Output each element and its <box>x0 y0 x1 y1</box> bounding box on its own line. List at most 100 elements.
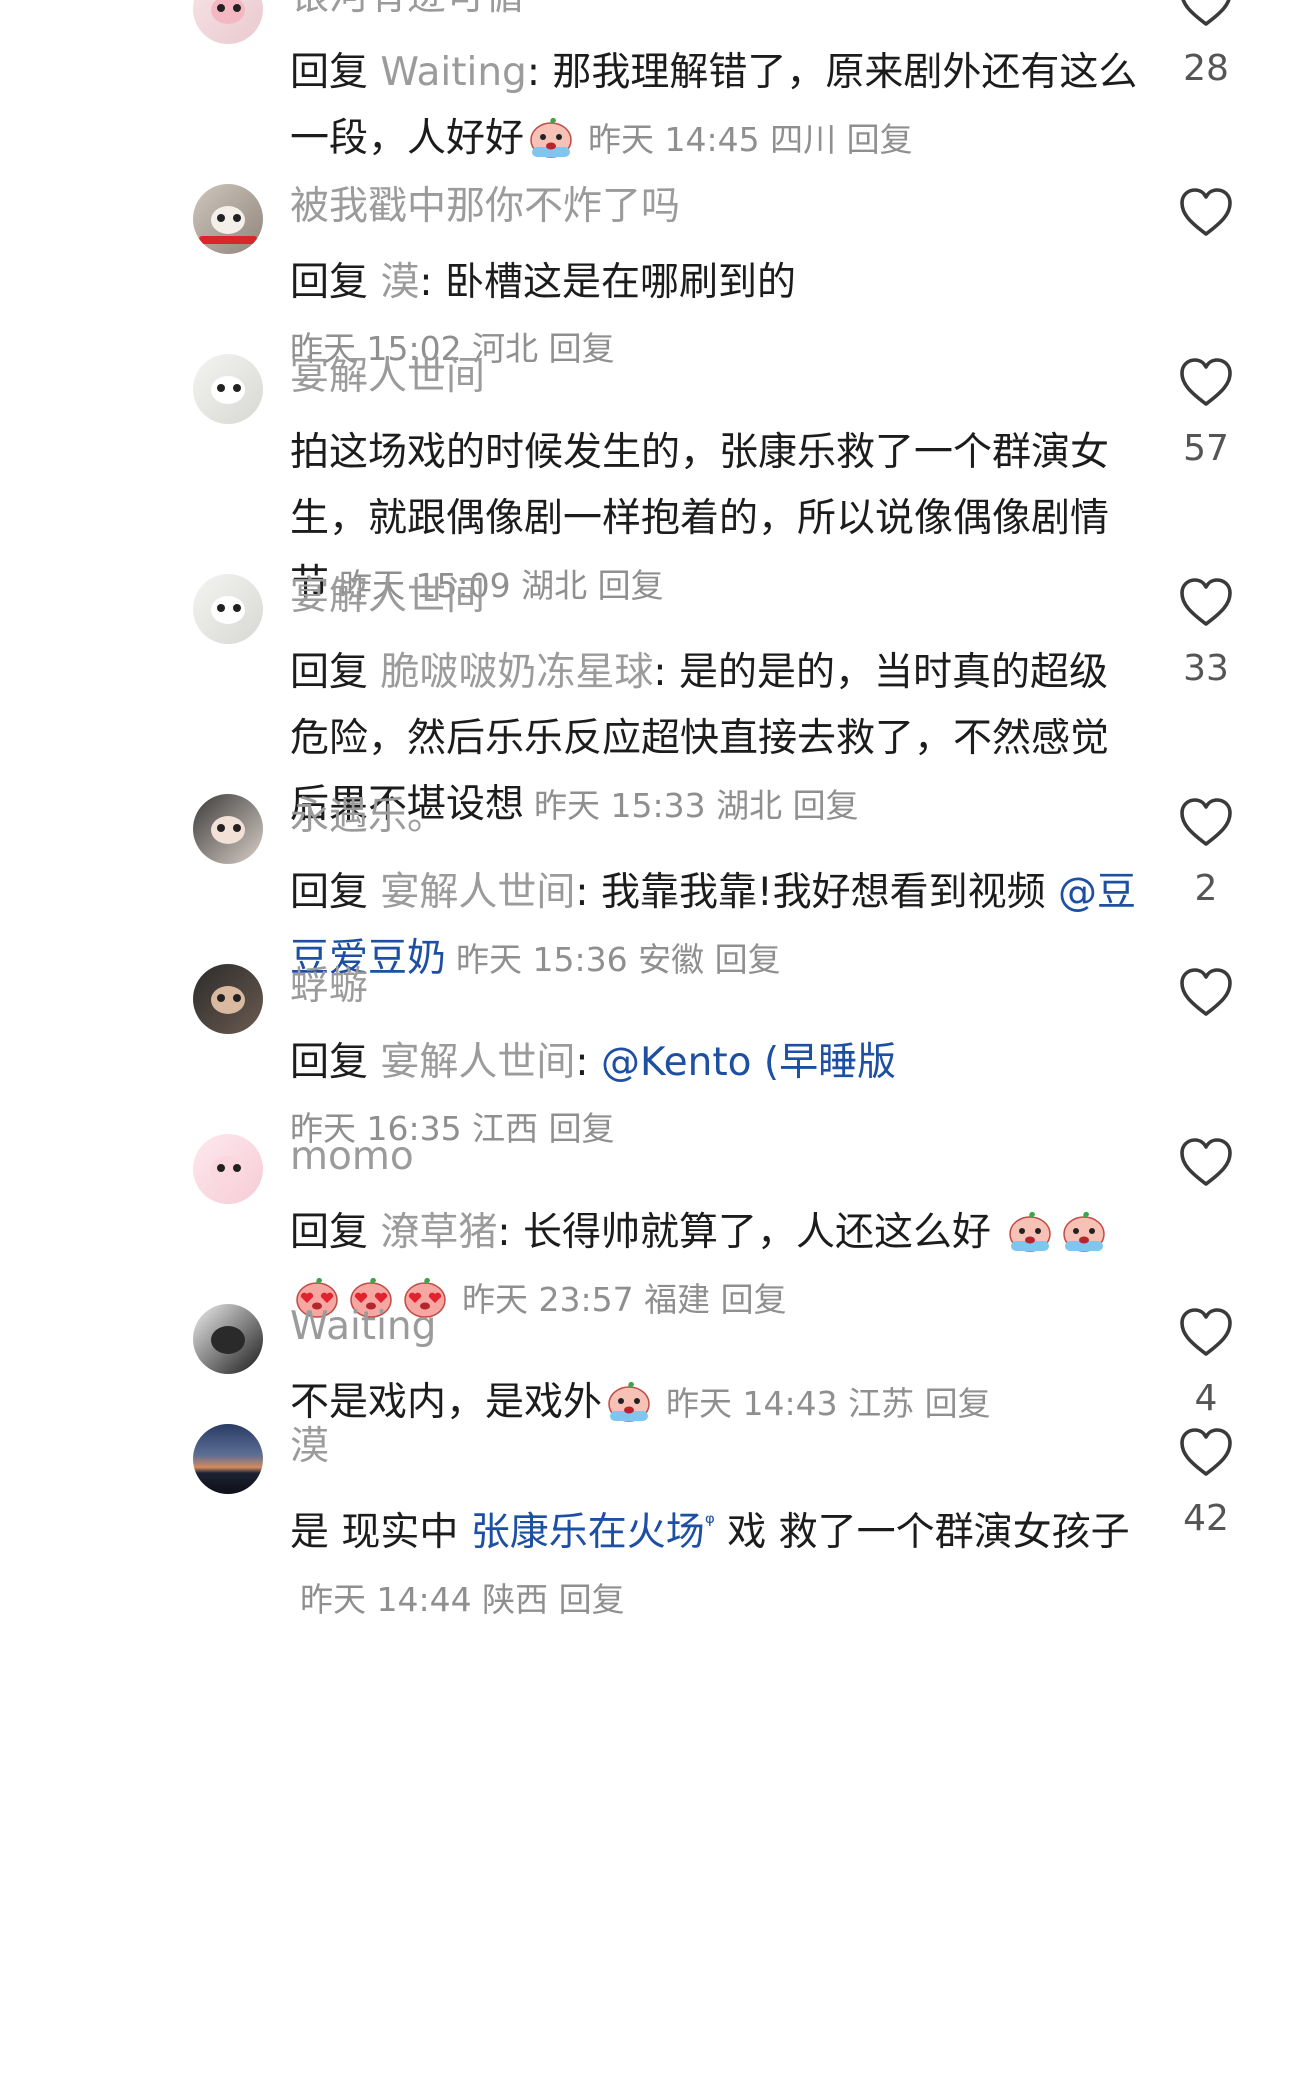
comment-text-segment: : 卧槽这是在哪刷到的 <box>419 260 796 305</box>
comment-location: 湖北 <box>521 566 588 605</box>
comment-meta: 昨天 15:36 安徽 回复 <box>446 940 781 979</box>
username[interactable]: Waiting <box>290 1302 436 1352</box>
reply-prefix: 回复 <box>290 650 381 695</box>
avatar-eye <box>217 214 225 222</box>
comment-location: 江苏 <box>848 1384 915 1423</box>
avatar-eye <box>217 384 225 392</box>
reply-button[interactable]: 回复 <box>715 940 781 979</box>
comment-text-segment: 戏 救了一个群演女孩子 <box>714 1510 1130 1555</box>
avatar-face <box>211 0 245 24</box>
comment-text: 回复 宴解人世间: 我靠我靠!我好想看到视频 @豆豆爱豆奶 昨天 15:36 安徽… <box>290 860 1140 993</box>
username[interactable]: 宴解人世间 <box>290 352 485 402</box>
username[interactable]: 永遇乐。 <box>290 792 446 842</box>
comment-meta: 昨天 15:33 湖北 回复 <box>524 786 859 825</box>
avatar[interactable] <box>193 1304 263 1374</box>
avatar-eye <box>217 994 225 1002</box>
reply-target-name[interactable]: 脆啵啵奶冻星球 <box>380 650 653 695</box>
reply-target-name[interactable]: Waiting <box>380 50 526 95</box>
like-heart-icon[interactable] <box>1178 1306 1234 1358</box>
avatar[interactable] <box>193 1134 263 1204</box>
avatar[interactable] <box>193 0 263 44</box>
reply-target-name[interactable]: 宴解人世间 <box>380 1040 575 1085</box>
avatar-eye <box>233 214 241 222</box>
like-heart-icon[interactable] <box>1178 796 1234 848</box>
comment-text: 回复 Waiting: 那我理解错了，原来剧外还有这么一段，人好好 昨天 14:4… <box>290 40 1140 173</box>
like-heart-icon[interactable] <box>1178 576 1234 628</box>
username[interactable]: 银河有迹可循 <box>290 0 524 22</box>
reply-button[interactable]: 回复 <box>793 786 859 825</box>
comment-time: 昨天 14:44 <box>300 1580 472 1619</box>
comment-time: 昨天 15:33 <box>534 786 706 825</box>
reply-button[interactable]: 回复 <box>598 566 664 605</box>
comment-meta: 昨天 14:44 陕西 回复 <box>290 1580 625 1619</box>
like-heart-icon[interactable] <box>1178 966 1234 1018</box>
crying-peach-emoji <box>1009 1211 1052 1252</box>
like-heart-icon[interactable] <box>1178 1136 1234 1188</box>
avatar-eye <box>233 824 241 832</box>
comment-location: 四川 <box>770 120 837 159</box>
comment-location: 陕西 <box>482 1580 549 1619</box>
avatar[interactable] <box>193 794 263 864</box>
like-heart-icon[interactable] <box>1178 186 1234 238</box>
like-heart-icon[interactable] <box>1178 1426 1234 1478</box>
avatar-eye <box>233 604 241 612</box>
username[interactable]: 蜉蝣 <box>290 962 368 1012</box>
comment-location: 福建 <box>644 1280 711 1319</box>
reply-target-name[interactable]: 漠 <box>380 260 419 305</box>
avatar[interactable] <box>193 574 263 644</box>
comment-location: 江西 <box>472 1109 539 1148</box>
avatar[interactable] <box>193 964 263 1034</box>
like-count: 28 <box>1183 48 1229 89</box>
reply-button[interactable]: 回复 <box>549 1109 615 1148</box>
username[interactable]: 漠 <box>290 1422 329 1472</box>
reply-target-name[interactable]: 宴解人世间 <box>380 870 575 915</box>
username[interactable]: momo <box>290 1132 414 1182</box>
comment-text-segment: 不是戏内，是戏外 <box>290 1380 603 1425</box>
reply-button[interactable]: 回复 <box>925 1384 991 1423</box>
like-heart-icon[interactable] <box>1178 356 1234 408</box>
username[interactable]: 宴解人世间 <box>290 572 485 622</box>
reply-prefix: 回复 <box>290 1210 381 1255</box>
mention-link[interactable]: @Kento (早睡版 <box>601 1040 896 1085</box>
like-count: 2 <box>1194 868 1218 909</box>
username[interactable]: 被我戳中那你不炸了吗 <box>290 182 680 232</box>
crying-peach-emoji <box>608 1381 650 1422</box>
comment-text-segment: : <box>575 1040 601 1085</box>
avatar-eye <box>217 824 225 832</box>
avatar-eye <box>217 604 225 612</box>
reply-target-name[interactable]: 潦草猪 <box>380 1210 497 1255</box>
reply-button[interactable]: 回复 <box>559 1580 625 1619</box>
avatar-face <box>211 1326 245 1354</box>
avatar-eye <box>217 1164 225 1172</box>
comment-text: 是 现实中 张康乐在火场ᵠ 戏 救了一个群演女孩子昨天 14:44 陕西 回复 <box>290 1490 1140 1633</box>
search-icon[interactable]: ᵠ <box>705 1509 715 1537</box>
like-count: 42 <box>1183 1498 1229 1539</box>
comment-time: 昨天 23:57 <box>462 1280 634 1319</box>
crying-peach-emoji <box>1063 1211 1106 1252</box>
comment-location: 安徽 <box>638 940 705 979</box>
reply-button[interactable]: 回复 <box>549 329 615 368</box>
like-heart-icon[interactable] <box>1178 0 1234 28</box>
comment-meta: 昨天 14:43 江苏 回复 <box>656 1384 991 1423</box>
avatar-eye <box>233 994 241 1002</box>
avatar[interactable] <box>193 1424 263 1494</box>
reply-prefix: 回复 <box>290 50 381 95</box>
avatar[interactable] <box>193 184 263 254</box>
comment-time: 昨天 15:36 <box>456 940 628 979</box>
avatar-tag <box>199 236 257 244</box>
reply-prefix: 回复 <box>290 260 381 305</box>
mention-link[interactable]: 张康乐在火场 <box>471 1510 705 1555</box>
comment-meta: 昨天 23:57 福建 回复 <box>452 1280 787 1319</box>
reply-button[interactable]: 回复 <box>721 1280 787 1319</box>
avatar-eye <box>217 4 225 12</box>
like-count: 57 <box>1183 428 1229 469</box>
reply-button[interactable]: 回复 <box>847 120 913 159</box>
like-count: 4 <box>1194 1378 1218 1419</box>
comment-meta: 昨天 14:45 四川 回复 <box>578 120 913 159</box>
comment-text-segment: : 长得帅就算了，人还这么好 <box>497 1210 1004 1255</box>
reply-prefix: 回复 <box>290 870 381 915</box>
comment-time: 昨天 14:45 <box>588 120 760 159</box>
avatar[interactable] <box>193 354 263 424</box>
avatar-eye <box>233 4 241 12</box>
comment-text: 回复 宴解人世间: @Kento (早睡版 昨天 16:35 江西 回复 <box>290 1030 1140 1162</box>
